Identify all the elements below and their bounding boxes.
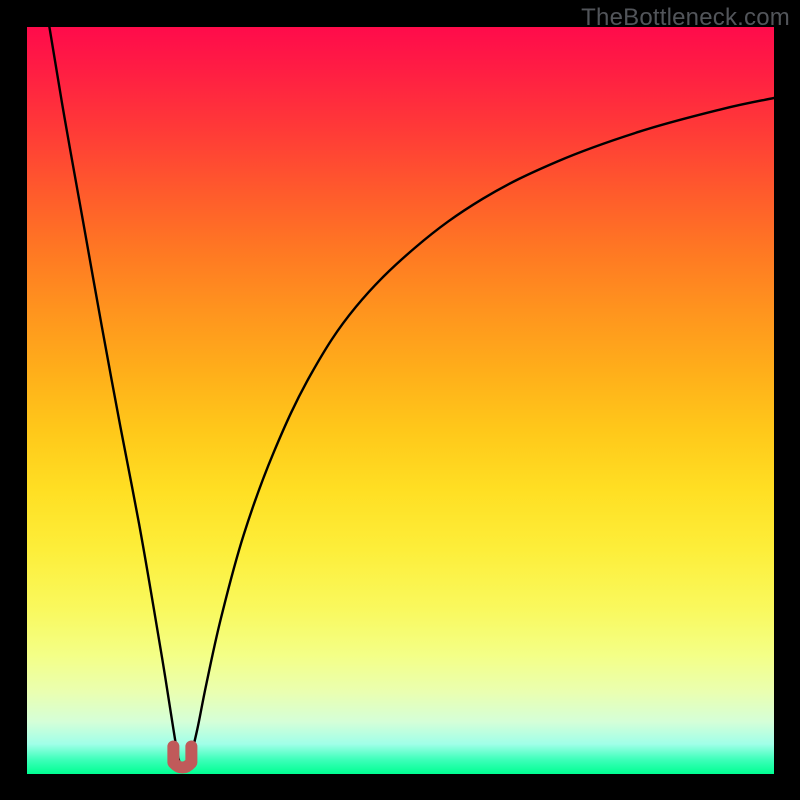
- watermark-text: TheBottleneck.com: [581, 4, 790, 32]
- chart-frame: TheBottleneck.com: [0, 0, 800, 800]
- curve-layer: [27, 27, 774, 774]
- plot-area: [27, 27, 774, 774]
- optimum-u-icon: [173, 747, 191, 768]
- optimum-marker: [173, 747, 191, 768]
- curve-line: [49, 27, 774, 770]
- bottleneck-curve: [49, 27, 774, 770]
